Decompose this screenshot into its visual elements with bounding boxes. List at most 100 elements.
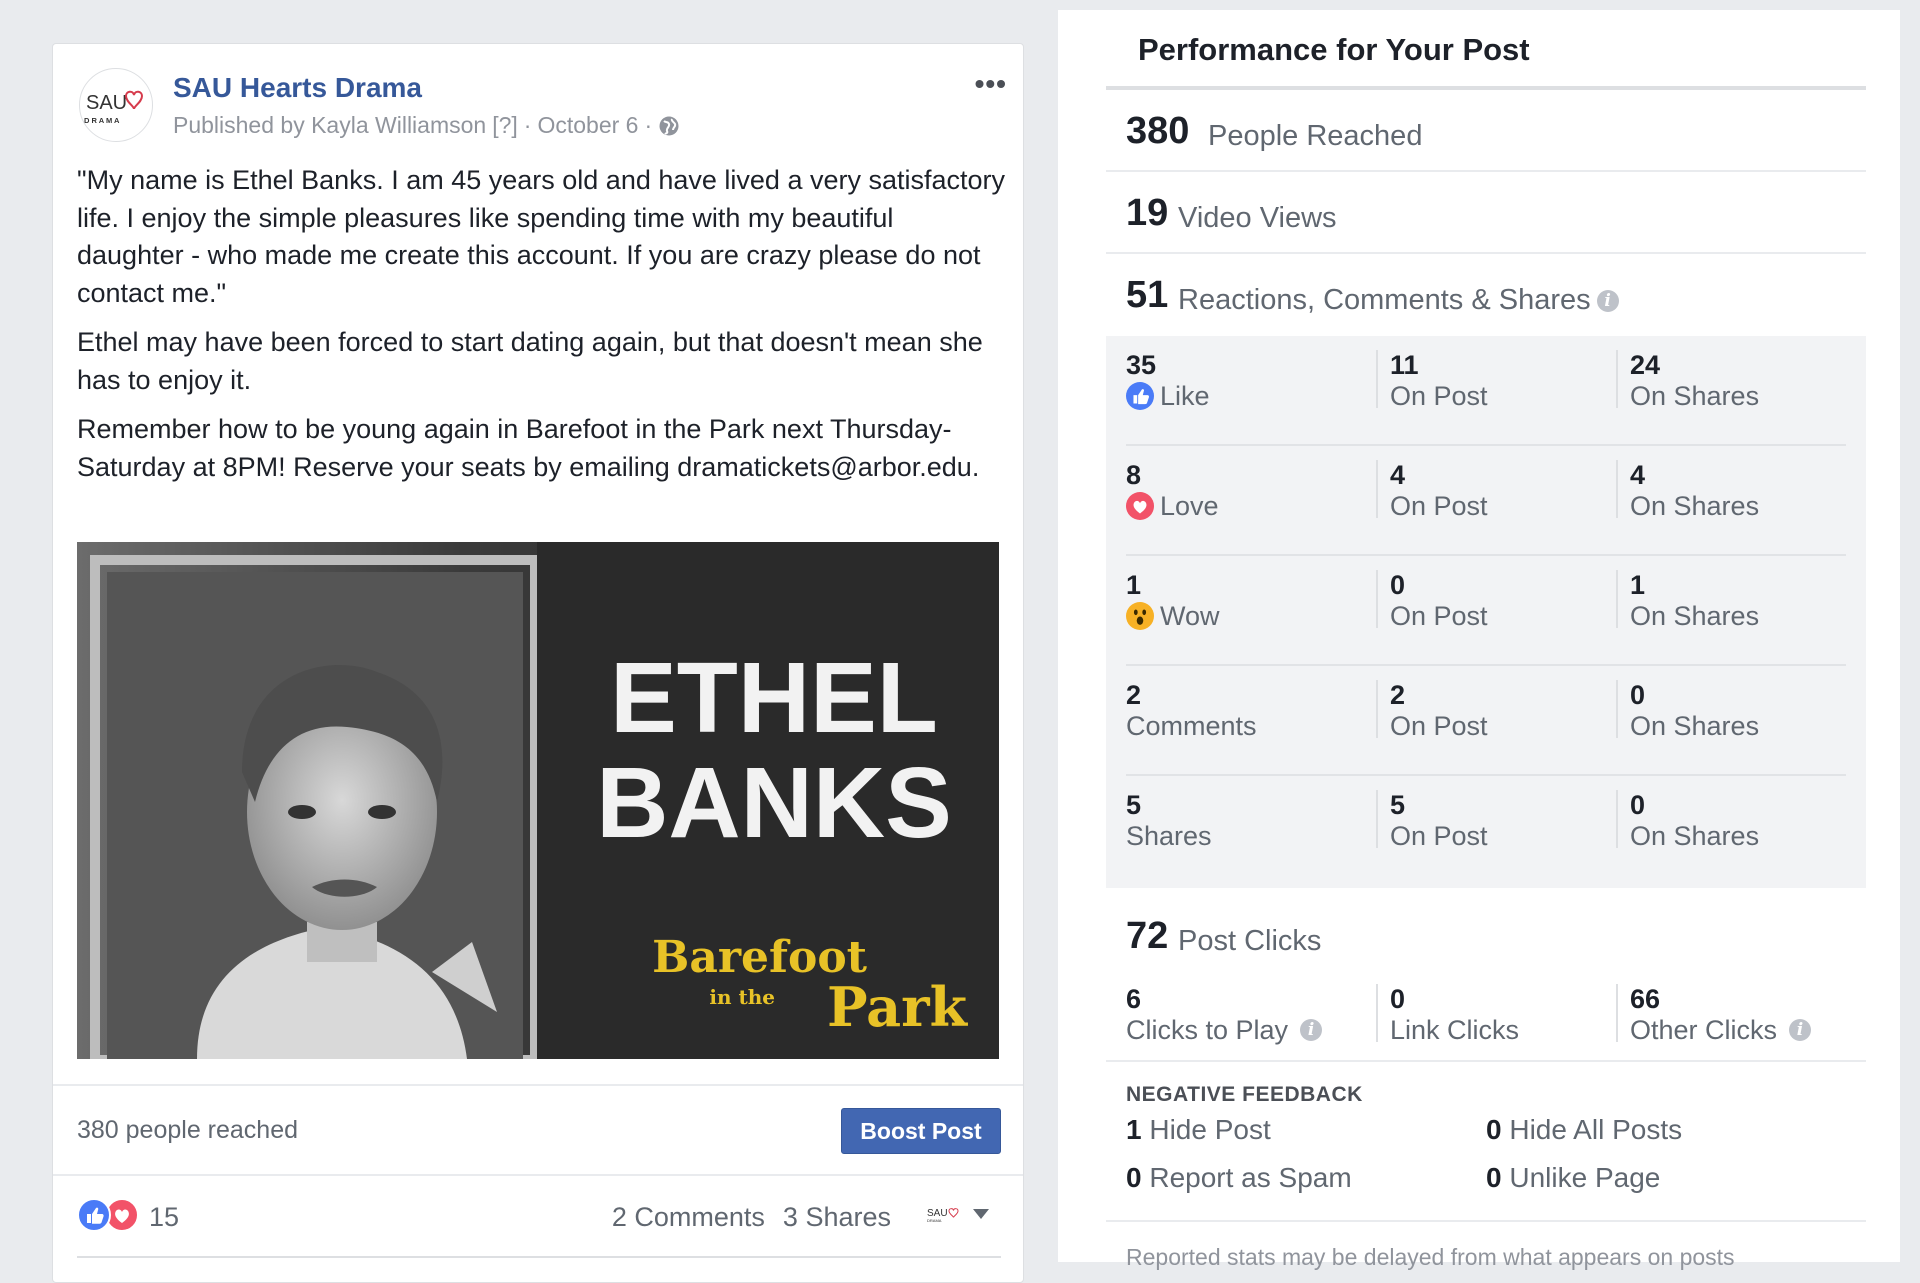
shares-on-shares: 0 — [1630, 790, 1646, 820]
clicks-breakdown: 6 Clicks to Play i 0 Link Clicks 66 Other… — [1126, 984, 1866, 1064]
clicks-to-play: 6 Clicks to Play i — [1126, 984, 1323, 1046]
love-icon — [1126, 492, 1154, 520]
globe-icon — [659, 116, 679, 135]
meta-separator: · — [644, 112, 653, 138]
engagement-row: 51 Reactions, Comments & Shares i — [1106, 254, 1866, 336]
panel-title: Performance for Your Post — [1138, 32, 1530, 67]
post-paragraph: "My name is Ethel Banks. I am 45 years o… — [77, 165, 1006, 308]
post-engagement-bar: 15 2 Comments 3 Shares SAU DRAMA — [77, 1194, 1001, 1244]
hide-post-label: Hide Post — [1149, 1114, 1271, 1145]
breakdown-total: 2 Comments — [1126, 680, 1257, 742]
hide-all-posts-stat: 0 Hide All Posts — [1486, 1114, 1682, 1146]
svg-text:Park: Park — [827, 975, 969, 1039]
breakdown-on-shares: 4 On Shares — [1616, 460, 1759, 521]
comments-on-post: 2 — [1390, 680, 1406, 710]
video-thumbnail: ETHEL BANKS Barefoot in the Park — [77, 542, 999, 1059]
link-clicks-count: 0 — [1390, 984, 1406, 1014]
other-clicks-label: Other Clicks i — [1630, 1014, 1812, 1046]
post-reach-bar: 380 people reached Boost Post — [53, 1084, 1023, 1176]
on-shares-label: On Shares — [1630, 711, 1760, 741]
hide-post-stat: 1 Hide Post — [1126, 1114, 1271, 1146]
shares-link[interactable]: 3 Shares — [783, 1202, 891, 1233]
wow-total: 1 — [1126, 570, 1142, 600]
other-clicks: 66 Other Clicks i — [1616, 984, 1812, 1045]
video-player[interactable]: ETHEL BANKS Barefoot in the Park — [77, 542, 999, 1059]
hide-all-posts-count: 0 — [1486, 1114, 1502, 1145]
clicks-to-play-label: Clicks to Play i — [1126, 1014, 1323, 1046]
info-icon[interactable]: i — [1789, 1019, 1812, 1041]
video-views-row: 19 Video Views — [1106, 172, 1866, 254]
love-on-shares: 4 — [1630, 460, 1646, 490]
shares-total: 5 — [1126, 790, 1142, 820]
post-card: SAU D R A M A SAU Hearts Drama Published… — [52, 43, 1024, 1283]
post-meta: Published by Kayla Williamson [?] · Octo… — [173, 112, 680, 139]
post-clicks-label: Post Clicks — [1178, 925, 1322, 957]
hide-all-posts-label: Hide All Posts — [1509, 1114, 1683, 1145]
people-reached-count: 380 — [1126, 110, 1190, 152]
report-spam-label: Report as Spam — [1149, 1162, 1352, 1193]
people-reached-link[interactable]: 380 people reached — [77, 1116, 298, 1145]
reaction-count[interactable]: 15 — [149, 1202, 179, 1233]
comments-on-shares: 0 — [1630, 680, 1646, 710]
video-views-count: 19 — [1126, 192, 1169, 234]
info-icon[interactable]: i — [1300, 1019, 1323, 1041]
wow-on-shares: 1 — [1630, 570, 1646, 600]
on-post-label: On Post — [1390, 821, 1488, 851]
shares-label: Shares — [1126, 821, 1212, 851]
post-as-selector[interactable]: SAU DRAMA — [927, 1204, 989, 1224]
hide-post-count: 1 — [1126, 1114, 1142, 1145]
breakdown-on-post: 11 On Post — [1376, 350, 1488, 411]
clicks-to-play-count: 6 — [1126, 984, 1142, 1014]
svg-text:ETHEL: ETHEL — [610, 642, 938, 754]
comment-share-counts: 2 Comments 3 Shares — [612, 1202, 891, 1233]
published-by-text: Published by Kayla Williamson — [173, 112, 487, 138]
post-paragraph: Remember how to be young again in Barefo… — [77, 414, 980, 482]
svg-text:DRAMA: DRAMA — [927, 1218, 942, 1223]
breakdown-on-shares: 24 On Shares — [1616, 350, 1759, 411]
on-post-label: On Post — [1390, 711, 1488, 741]
love-label: Love — [1160, 491, 1219, 521]
post-clicks-count: 72 — [1126, 915, 1169, 957]
wow-on-post: 0 — [1390, 570, 1406, 600]
comments-link[interactable]: 2 Comments — [612, 1202, 765, 1233]
reaction-icons[interactable] — [77, 1198, 139, 1232]
love-on-post: 4 — [1390, 460, 1406, 490]
post-date-link[interactable]: October 6 — [537, 112, 638, 139]
breakdown-label: Wow — [1126, 600, 1220, 632]
page-avatar[interactable]: SAU D R A M A — [79, 68, 153, 142]
negative-feedback-title: NEGATIVE FEEDBACK — [1126, 1083, 1363, 1106]
more-options-icon[interactable]: ••• — [975, 68, 1007, 100]
reaction-breakdown: 35 Like 11 On Post 24 On Shares 8 Love 4… — [1106, 336, 1866, 888]
breakdown-on-post: 4 On Post — [1376, 460, 1488, 521]
post-paragraph: Ethel may have been forced to start dati… — [77, 327, 983, 395]
like-on-shares: 24 — [1630, 350, 1661, 380]
boost-post-button[interactable]: Boost Post — [841, 1108, 1001, 1154]
people-reached-label: People Reached — [1208, 120, 1423, 152]
breakdown-on-post: 5 On Post — [1376, 790, 1488, 851]
info-icon[interactable]: i — [1596, 290, 1619, 313]
like-total: 35 — [1126, 350, 1157, 380]
engagement-label-text: Reactions, Comments & Shares — [1178, 284, 1591, 316]
breakdown-total: 5 Shares — [1126, 790, 1212, 852]
like-icon — [1126, 382, 1154, 410]
svg-text:BANKS: BANKS — [596, 747, 952, 859]
svg-text:in the: in the — [709, 985, 775, 1009]
breakdown-label: Like — [1126, 380, 1210, 412]
help-link[interactable]: [?] — [492, 112, 518, 139]
breakdown-label: Love — [1126, 490, 1219, 522]
engagement-count: 51 — [1126, 274, 1169, 316]
chevron-down-icon — [973, 1209, 989, 1219]
comments-total: 2 — [1126, 680, 1142, 710]
divider — [77, 1256, 1001, 1258]
breakdown-row-like: 35 Like 11 On Post 24 On Shares — [1126, 336, 1846, 446]
breakdown-on-shares: 1 On Shares — [1616, 570, 1759, 631]
post-body: "My name is Ethel Banks. I am 45 years o… — [77, 162, 1007, 498]
unlike-page-stat: 0 Unlike Page — [1486, 1162, 1660, 1194]
post-clicks-row: 72 Post Clicks — [1106, 915, 1866, 965]
link-clicks: 0 Link Clicks — [1376, 984, 1519, 1045]
svg-text:D R A M A: D R A M A — [84, 116, 120, 125]
breakdown-row-shares: 5 Shares 5 On Post 0 On Shares — [1126, 776, 1846, 886]
love-total: 8 — [1126, 460, 1142, 490]
breakdown-on-post: 0 On Post — [1376, 570, 1488, 631]
page-name-link[interactable]: SAU Hearts Drama — [173, 72, 422, 104]
